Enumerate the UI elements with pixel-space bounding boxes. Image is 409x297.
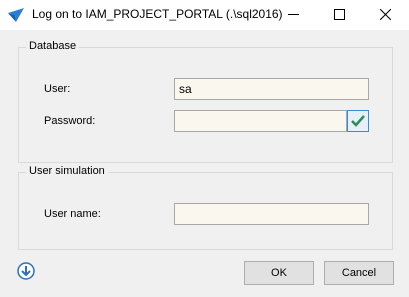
minimize-button[interactable] xyxy=(271,0,317,30)
maximize-button[interactable] xyxy=(317,0,363,30)
window-title: Log on to IAM_PROJECT_PORTAL (.\sql2016) xyxy=(32,7,283,21)
ok-button[interactable]: OK xyxy=(244,261,314,285)
app-icon xyxy=(8,8,24,22)
database-legend: Database xyxy=(26,40,80,52)
verify-password-button[interactable] xyxy=(347,110,369,132)
username-input[interactable] xyxy=(174,203,369,225)
user-simulation-group: User simulation User name: xyxy=(18,165,393,250)
database-group: Database User: Password: xyxy=(18,40,393,163)
user-input[interactable] xyxy=(174,78,369,100)
minimize-icon xyxy=(288,14,299,15)
user-label: User: xyxy=(44,83,71,95)
download-circle-icon[interactable] xyxy=(17,262,35,280)
cancel-button[interactable]: Cancel xyxy=(324,261,394,285)
maximize-icon xyxy=(334,9,345,20)
password-input[interactable] xyxy=(174,110,347,132)
username-label: User name: xyxy=(44,208,101,220)
close-button[interactable] xyxy=(363,0,409,30)
title-bar: Log on to IAM_PROJECT_PORTAL (.\sql2016) xyxy=(0,0,409,30)
user-simulation-legend: User simulation xyxy=(26,165,108,177)
password-label: Password: xyxy=(44,115,96,127)
checkmark-icon xyxy=(351,115,365,127)
close-icon xyxy=(380,9,391,20)
